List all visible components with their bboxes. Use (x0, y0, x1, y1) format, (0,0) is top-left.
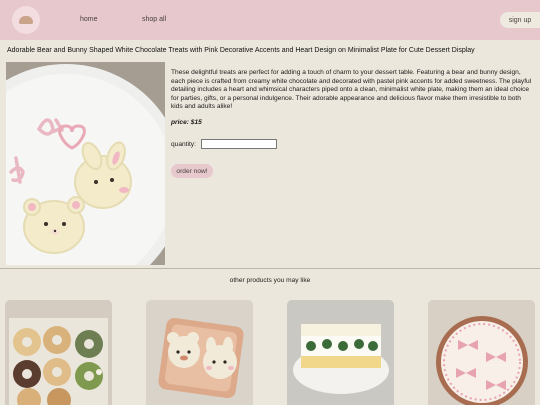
product-image (6, 62, 165, 265)
product-description: These delightful treats are perfect for … (171, 69, 532, 111)
site-header: home shop all sign up (0, 0, 540, 40)
related-product-card[interactable] (428, 300, 535, 405)
related-product-card[interactable] (146, 300, 253, 405)
nav-home-link[interactable]: home (80, 16, 98, 23)
animal-buns-photo (146, 300, 253, 405)
related-product-card[interactable] (287, 300, 394, 405)
quantity-input[interactable] (201, 139, 277, 149)
product-price: price: $15 (171, 119, 202, 126)
sign-up-button[interactable]: sign up (500, 12, 540, 28)
product-title: Adorable Bear and Bunny Shaped White Cho… (7, 47, 475, 54)
related-products-heading: other products you may like (229, 277, 311, 284)
donuts-box-photo (5, 300, 112, 405)
section-divider (0, 268, 540, 269)
quantity-label: quantity: (171, 141, 196, 148)
nav-shop-all-link[interactable]: shop all (142, 16, 166, 23)
clover-cake-sandwich-photo (287, 300, 394, 405)
logo-mark (19, 15, 33, 24)
order-now-button[interactable]: order now! (171, 164, 213, 178)
related-product-card[interactable] (5, 300, 112, 405)
bow-cookie-photo (428, 300, 535, 405)
bakery-logo-icon[interactable] (12, 6, 40, 34)
